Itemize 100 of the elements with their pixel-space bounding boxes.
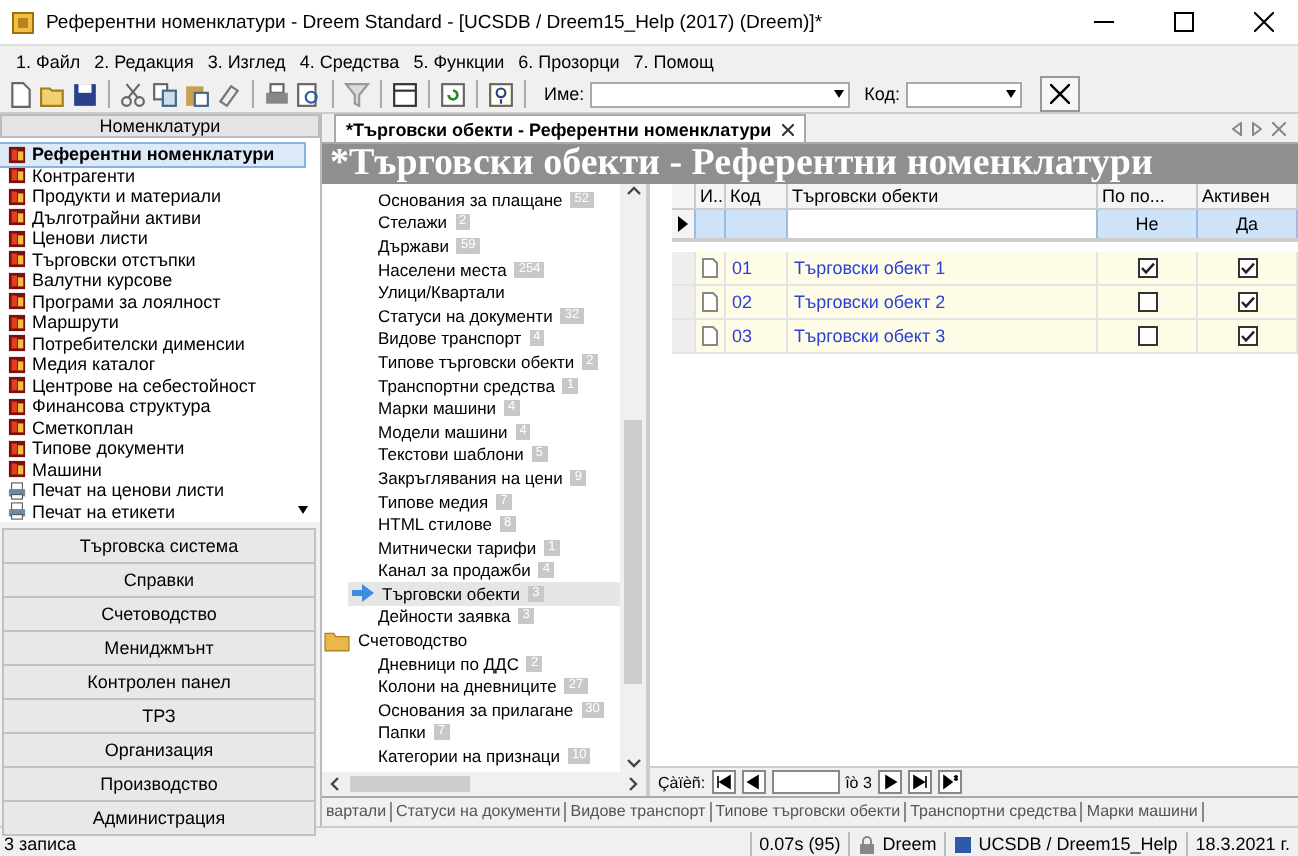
maximize-icon[interactable] bbox=[1174, 12, 1194, 32]
filter-cell[interactable] bbox=[696, 210, 726, 238]
horizontal-scrollbar[interactable] bbox=[322, 772, 646, 796]
sidebar-item[interactable]: Ценови листи bbox=[0, 228, 320, 249]
sidebar-item[interactable]: Потребителски дименсии bbox=[0, 333, 320, 354]
print-preview-icon[interactable] bbox=[296, 81, 322, 107]
column-header[interactable]: По по... bbox=[1098, 184, 1198, 208]
menu-item[interactable]: 2. Редакция bbox=[94, 51, 194, 71]
filter-cell[interactable]: Да bbox=[1198, 210, 1298, 238]
group-button[interactable]: Търговска система bbox=[2, 528, 316, 564]
filter-cell[interactable]: Не bbox=[1098, 210, 1198, 238]
book-icon bbox=[8, 334, 26, 353]
sidebar-header[interactable]: Номенклатури bbox=[0, 114, 320, 138]
sidebar-item[interactable]: Финансова структура bbox=[0, 396, 320, 417]
tree-item[interactable]: Улици/Квартали bbox=[322, 280, 620, 304]
column-header[interactable]: Код bbox=[726, 184, 788, 208]
book-icon bbox=[8, 250, 26, 269]
clear-button[interactable] bbox=[1039, 76, 1080, 112]
menu-item[interactable]: 7. Помощ bbox=[633, 51, 714, 71]
sidebar-item[interactable]: Контрагенти bbox=[0, 165, 320, 186]
menu-item[interactable]: 1. Файл bbox=[16, 51, 81, 71]
bottom-tab[interactable]: Транспортни средства bbox=[906, 802, 1083, 822]
bottom-tab[interactable]: Типове търговски обекти bbox=[711, 802, 907, 822]
first-record-button[interactable] bbox=[711, 770, 736, 794]
lock-icon bbox=[858, 835, 877, 853]
scroll-down-icon[interactable] bbox=[298, 506, 308, 514]
sidebar-item[interactable]: Машини bbox=[0, 459, 320, 480]
window-title: Референтни номенклатури - Dreem Standard - [UCSDB / Dreem15_Help (2017) (Dreem)]* bbox=[46, 11, 825, 33]
bottom-tab[interactable]: вартали bbox=[322, 802, 393, 822]
eraser-icon[interactable] bbox=[216, 81, 242, 107]
column-header[interactable]: Търговски обекти bbox=[788, 184, 1098, 208]
menu-item[interactable]: 3. Изглед bbox=[207, 51, 286, 71]
sidebar-item[interactable]: Програми за лоялност bbox=[0, 291, 320, 312]
close-tab-icon[interactable] bbox=[1272, 121, 1286, 135]
caret-icon[interactable] bbox=[834, 90, 845, 98]
new-document-icon[interactable] bbox=[8, 81, 34, 107]
menu-item[interactable]: 5. Функции bbox=[413, 51, 505, 71]
group-button[interactable]: Справки bbox=[2, 562, 316, 598]
sidebar-item[interactable]: Печат на ценови листи bbox=[0, 480, 320, 501]
bottom-tab[interactable]: Статуси на документи bbox=[392, 802, 567, 822]
paste-icon[interactable] bbox=[184, 81, 210, 107]
sidebar-item[interactable]: Продукти и материали bbox=[0, 186, 320, 207]
caret-icon[interactable] bbox=[1005, 90, 1016, 98]
name-combo-field[interactable] bbox=[590, 81, 851, 107]
group-button[interactable]: ТРЗ bbox=[2, 698, 316, 734]
scroll-down-icon[interactable] bbox=[625, 756, 641, 772]
checkbox[interactable] bbox=[1137, 292, 1157, 312]
close-icon[interactable] bbox=[781, 123, 794, 135]
group-button[interactable]: Организация bbox=[2, 732, 316, 768]
book-icon bbox=[8, 460, 26, 479]
group-button[interactable]: Мениджмънт bbox=[2, 630, 316, 666]
filter-cell[interactable] bbox=[726, 210, 788, 238]
scroll-right-icon[interactable] bbox=[624, 776, 640, 792]
database-icon bbox=[954, 835, 973, 853]
print-icon[interactable] bbox=[264, 81, 290, 107]
sidebar-item[interactable]: Дълготрайни активи bbox=[0, 207, 320, 228]
sidebar-item[interactable]: Типове документи bbox=[0, 438, 320, 459]
column-header[interactable]: Активен bbox=[1198, 184, 1298, 208]
menu-item[interactable]: 4. Средства bbox=[299, 51, 400, 71]
checkbox[interactable] bbox=[1237, 326, 1257, 346]
vertical-scrollbar[interactable] bbox=[620, 184, 646, 772]
code-combo-field[interactable] bbox=[905, 81, 1022, 107]
printer-icon bbox=[8, 481, 26, 500]
record-field[interactable] bbox=[771, 770, 840, 794]
previous-record-button[interactable] bbox=[741, 770, 766, 794]
close-icon[interactable] bbox=[1254, 12, 1274, 32]
window-icon[interactable] bbox=[392, 81, 418, 107]
bottom-tab[interactable]: Видове транспорт bbox=[566, 802, 712, 822]
tree-item[interactable]: Счетоводство bbox=[322, 628, 620, 652]
copy-icon[interactable] bbox=[152, 81, 178, 107]
sidebar-item[interactable]: Центрове на себестойност bbox=[0, 375, 320, 396]
sidebar-item[interactable]: Маршрути bbox=[0, 312, 320, 333]
date-status: 18.3.2021 г. bbox=[1185, 832, 1298, 856]
scroll-up-icon[interactable] bbox=[625, 184, 641, 200]
scissors-icon[interactable] bbox=[120, 81, 146, 107]
column-header[interactable]: И... bbox=[696, 184, 726, 208]
refresh-icon[interactable] bbox=[440, 81, 466, 107]
group-button[interactable]: Контролен панел bbox=[2, 664, 316, 700]
document-tab[interactable]: *Търговски обекти - Референтни номенклатури bbox=[334, 114, 806, 142]
save-icon[interactable] bbox=[72, 81, 98, 107]
sidebar-item[interactable]: Търговски отстъпки bbox=[0, 249, 320, 270]
new-record-button[interactable] bbox=[937, 770, 962, 794]
sidebar-item[interactable]: Сметкоплан bbox=[0, 417, 320, 438]
bottom-tab[interactable]: Марки машини bbox=[1082, 802, 1204, 822]
sidebar-item[interactable]: Печат на етикети bbox=[0, 501, 320, 522]
sidebar-item[interactable]: Валутни курсове bbox=[0, 270, 320, 291]
next-record-button[interactable] bbox=[877, 770, 902, 794]
scroll-left-icon[interactable] bbox=[328, 776, 344, 792]
last-record-button[interactable] bbox=[907, 770, 932, 794]
group-button[interactable]: Администрация bbox=[2, 800, 316, 836]
checkbox[interactable] bbox=[1237, 258, 1257, 278]
menu-item[interactable]: 6. Прозорци bbox=[518, 51, 620, 71]
table-cell: 01 bbox=[726, 252, 788, 286]
group-button[interactable]: Счетоводство bbox=[2, 596, 316, 632]
checkbox[interactable] bbox=[1137, 326, 1157, 346]
group-button[interactable]: Производство bbox=[2, 766, 316, 802]
checkbox[interactable] bbox=[1137, 258, 1157, 278]
sidebar-item[interactable]: Референтни номенклатури bbox=[0, 144, 304, 165]
checkbox[interactable] bbox=[1237, 292, 1257, 312]
sidebar-item[interactable]: Медия каталог bbox=[0, 354, 320, 375]
